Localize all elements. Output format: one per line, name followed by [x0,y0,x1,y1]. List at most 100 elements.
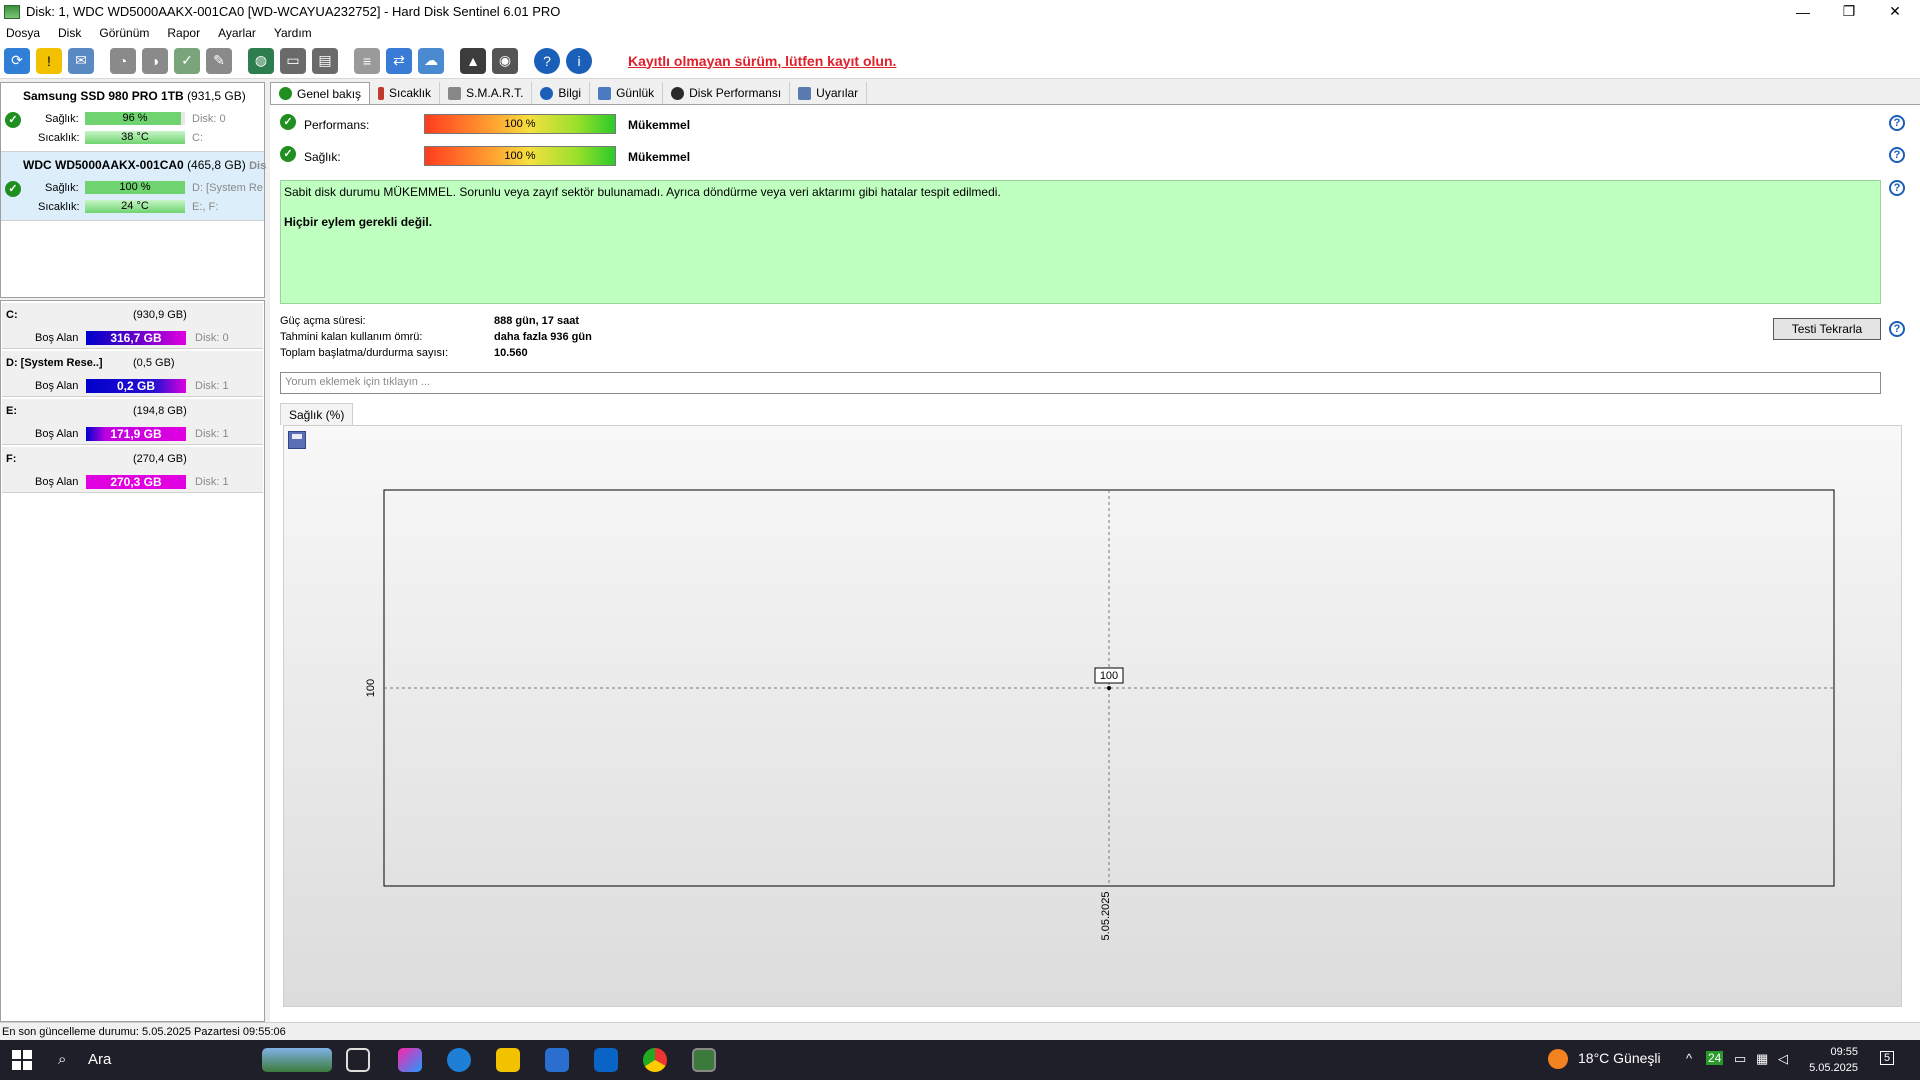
edge-icon[interactable] [447,1048,471,1072]
volume-list-panel: C: (930,9 GB) Boş Alan 316,7 GB Disk: 0 … [0,300,265,1022]
speaker-icon[interactable]: ◉ [492,47,518,74]
volume-item[interactable]: F: (270,4 GB) Boş Alan 270,3 GB Disk: 1 [2,447,263,493]
tab-health-chart[interactable]: Sağlık (%) [280,403,354,425]
health-verdict: Mükemmel [628,150,691,164]
search-icon[interactable]: ⌕ [58,1051,66,1068]
help-icon[interactable]: ? [1889,115,1905,131]
help-icon[interactable]: ? [534,47,560,74]
printer-icon[interactable]: ▤ [312,47,338,74]
volume-size: (194,8 GB) [133,405,187,417]
health-label: Sağlık: [45,182,79,194]
volume-icon[interactable]: ◁ [1778,1051,1788,1067]
free-space-bar: 0,2 GB [86,379,186,393]
volume-name: F: [6,453,17,465]
data-label: 100 [1100,670,1118,682]
volume-size: (270,4 GB) [133,453,187,465]
network-icon[interactable]: ▦ [1756,1051,1768,1067]
menu-bar: Dosya Disk Görünüm Rapor Ayarlar Yardım [0,23,1920,43]
benchmark-icon[interactable]: ▲ [460,47,486,74]
tab-log[interactable]: Günlük [590,82,664,104]
maximize-button[interactable]: ❐ [1826,0,1872,23]
close-button[interactable]: ✕ [1872,0,1918,23]
volume-item[interactable]: C: (930,9 GB) Boş Alan 316,7 GB Disk: 0 [2,303,263,349]
info-icon[interactable]: i [566,47,592,74]
file-explorer-icon[interactable] [496,1048,520,1072]
performance-verdict: Mükemmel [628,118,691,132]
volume-list: D: [System Re [192,182,263,194]
retest-button[interactable]: Testi Tekrarla [1773,318,1881,340]
temp-label: Sıcaklık: [38,132,80,144]
status-text: Sabit disk durumu MÜKEMMEL. Sorunlu veya… [284,185,1001,199]
help-icon[interactable]: ? [1889,180,1905,196]
disk-tools-icon[interactable]: ✎ [206,47,232,74]
search-highlight-image[interactable] [262,1048,332,1072]
free-space-label: Boş Alan [35,380,79,392]
sync-icon[interactable]: ⇄ [386,47,412,74]
tab-info[interactable]: Bilgi [532,82,591,104]
help-icon[interactable]: ? [1889,147,1905,163]
outlook-icon[interactable] [594,1048,618,1072]
check-icon: ✓ [280,146,296,162]
help-icon[interactable]: ? [1889,321,1905,337]
task-view-icon[interactable] [346,1048,370,1072]
disk-surface-icon[interactable]: ◑ [142,47,168,74]
x-tick-label: 5.05.2025 [1100,892,1112,941]
refresh-icon[interactable]: ⟳ [4,47,30,74]
notification-badge[interactable]: 5 [1880,1051,1895,1065]
weather-text[interactable]: 18°C Güneşli [1578,1050,1661,1066]
clock[interactable]: 09:55 5.05.2025 [1808,1044,1858,1076]
volume-size: (930,9 GB) [133,309,187,321]
volume-item[interactable]: E: (194,8 GB) Boş Alan 171,9 GB Disk: 1 [2,399,263,445]
report-icon[interactable]: ≡ [354,47,380,74]
disk-card-selected[interactable]: WDC WD5000AAKX-001CA0 (465,8 GB) Dis ✓ S… [1,152,266,221]
store-icon[interactable] [545,1048,569,1072]
drive-icon[interactable]: ▭ [280,47,306,74]
smart-icon [448,86,462,100]
taskbar-search[interactable]: Ara [88,1051,111,1068]
menu-report[interactable]: Rapor [167,26,200,40]
stat-row: Güç açma süresi: 888 gün, 17 saat [280,315,579,327]
tab-disk-performance[interactable]: Disk Performansı [663,82,791,104]
tab-alerts[interactable]: Uyarılar [790,82,868,104]
disk-check-icon[interactable]: ✓ [174,47,200,74]
disk-test-icon[interactable]: ◔ [110,47,136,74]
alerts-icon [798,86,812,100]
alert-icon[interactable]: ! [36,47,62,74]
check-icon [279,87,292,100]
tab-smart[interactable]: S.M.A.R.T. [440,82,533,104]
performance-meter: 100 % [424,114,616,134]
email-icon[interactable]: ✉ [68,47,94,74]
tray-monitor-icon[interactable]: ▭ [1734,1051,1746,1067]
copilot-icon[interactable] [398,1048,422,1072]
volume-disk: Disk: 1 [195,428,229,440]
volume-name: C: [6,309,18,321]
tab-overview[interactable]: Genel bakış [270,82,371,104]
chrome-icon[interactable] [643,1048,667,1072]
tab-bar: Genel bakış Sıcaklık S.M.A.R.T. Bilgi Gü… [270,82,868,104]
weather-sun-icon [1548,1049,1568,1069]
volume-disk: Disk: 1 [195,476,229,488]
status-message-box: Sabit disk durumu MÜKEMMEL. Sorunlu veya… [280,180,1881,304]
volume-item[interactable]: D: [System Rese..] (0,5 GB) Boş Alan 0,2… [2,351,263,397]
performance-icon [671,86,685,100]
tray-chevron-icon[interactable]: ^ [1686,1051,1692,1066]
minimize-button[interactable]: — [1780,0,1826,23]
check-icon: ✓ [5,181,21,197]
menu-help[interactable]: Yardım [274,26,312,40]
tab-temperature[interactable]: Sıcaklık [370,82,441,104]
windows-start-icon[interactable] [12,1050,32,1070]
menu-file[interactable]: Dosya [6,26,40,40]
temp-bar: 24 °C [85,200,185,213]
tray-app-badge[interactable]: 24 [1706,1051,1724,1065]
hard-disk-sentinel-taskbar-icon[interactable] [692,1048,716,1072]
disk-card[interactable]: Samsung SSD 980 PRO 1TB (931,5 GB) ✓ Sağ… [1,83,264,152]
network-icon[interactable]: ☁ [418,47,444,74]
health-meter: 100 % [424,146,616,166]
menu-view[interactable]: Görünüm [99,26,149,40]
volume-name: D: [System Rese..] [6,357,103,369]
menu-disk[interactable]: Disk [58,26,81,40]
comment-input[interactable]: Yorum eklemek için tıklayın ... [280,372,1881,394]
menu-settings[interactable]: Ayarlar [218,26,256,40]
register-link[interactable]: Kayıtlı olmayan sürüm, lütfen kayıt olun… [628,53,896,69]
globe-icon[interactable]: ◍ [248,47,274,74]
